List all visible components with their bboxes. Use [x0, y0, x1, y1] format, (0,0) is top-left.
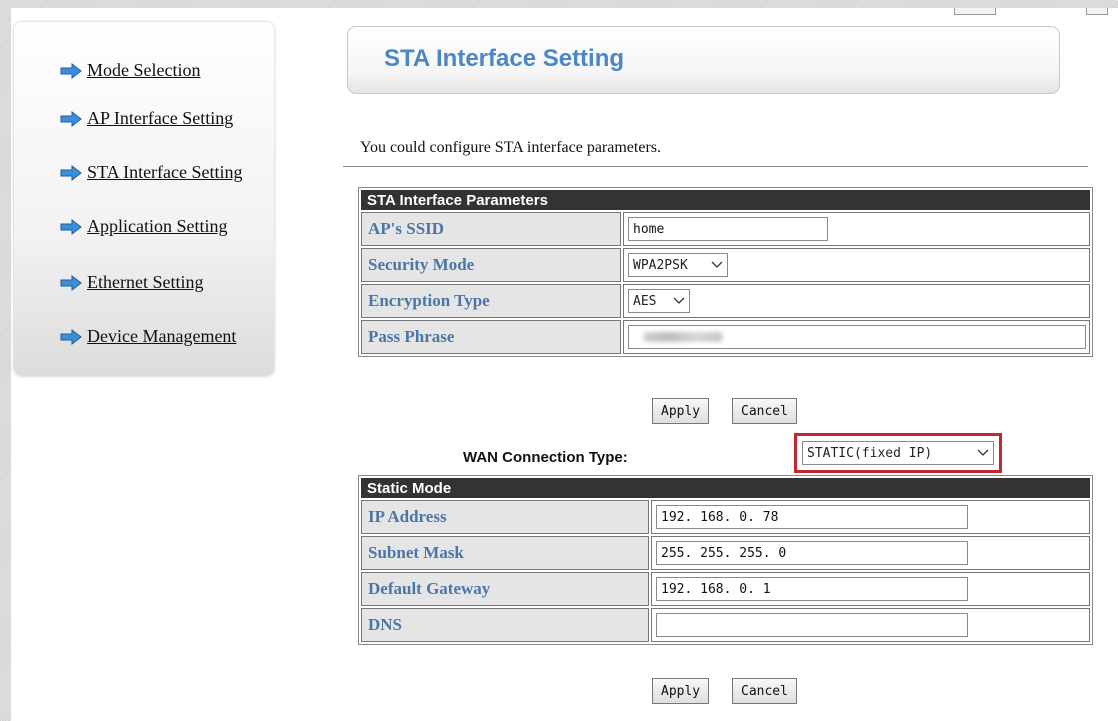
window-button-stub [954, 8, 996, 15]
encryption-type-label: Encryption Type [361, 284, 621, 318]
ssid-label: AP's SSID [361, 212, 621, 246]
window-button-stub [1086, 8, 1108, 15]
security-mode-cell: WPA2PSK [623, 248, 1090, 282]
right-arrow-icon [60, 164, 82, 181]
encryption-type-value: AES [633, 293, 657, 309]
right-arrow-icon [60, 62, 82, 79]
security-mode-value: WPA2PSK [633, 257, 688, 273]
default-gateway-cell [651, 572, 1090, 606]
sta-parameters-table: STA Interface Parameters AP's SSID Secur… [358, 187, 1093, 357]
default-gateway-label: Default Gateway [361, 572, 649, 606]
sidebar-item-ap-interface-setting[interactable]: AP Interface Setting [60, 108, 233, 129]
sidebar-item-label: Application Setting [87, 216, 228, 236]
right-arrow-icon [60, 110, 82, 127]
dns-cell [651, 608, 1090, 642]
encryption-type-cell: AES [623, 284, 1090, 318]
subnet-mask-label: Subnet Mask [361, 536, 649, 570]
sidebar-item-device-management[interactable]: Device Management [60, 326, 236, 347]
cancel-button[interactable]: Cancel [732, 398, 797, 424]
pass-phrase-label: Pass Phrase [361, 320, 621, 354]
table-heading: Static Mode [361, 478, 1090, 498]
page-header: STA Interface Setting [347, 26, 1060, 94]
security-mode-label: Security Mode [361, 248, 621, 282]
security-mode-select[interactable]: WPA2PSK [628, 253, 728, 277]
pass-phrase-input[interactable] [628, 325, 1086, 349]
dns-input[interactable] [656, 613, 968, 637]
wan-highlight-box: STATIC(fixed IP) [794, 433, 1002, 473]
ssid-input[interactable] [628, 217, 828, 241]
sidebar-item-sta-interface-setting[interactable]: STA Interface Setting [60, 162, 243, 183]
ip-address-label: IP Address [361, 500, 649, 534]
table-row: Pass Phrase [361, 320, 1090, 354]
sidebar-item-ethernet-setting[interactable]: Ethernet Setting [60, 272, 203, 293]
static-apply-button[interactable]: Apply [652, 678, 710, 704]
right-arrow-icon [60, 274, 82, 291]
sidebar-item-label: Mode Selection [87, 60, 201, 80]
sidebar-item-label: AP Interface Setting [87, 108, 234, 128]
ip-address-cell [651, 500, 1090, 534]
apply-button[interactable]: Apply [652, 398, 710, 424]
table-row: IP Address [361, 500, 1090, 534]
right-arrow-icon [60, 218, 82, 235]
sidebar-item-label: Device Management [87, 326, 237, 346]
sidebar-item-mode-selection[interactable]: Mode Selection [60, 60, 200, 81]
subnet-mask-input[interactable] [656, 541, 968, 565]
subnet-mask-cell [651, 536, 1090, 570]
encryption-type-select[interactable]: AES [628, 289, 690, 313]
right-arrow-icon [60, 328, 82, 345]
chevron-down-icon [977, 449, 989, 456]
sidebar-item-label: Ethernet Setting [87, 272, 204, 292]
chevron-down-icon [673, 297, 685, 304]
wan-connection-type-select[interactable]: STATIC(fixed IP) [802, 441, 994, 465]
static-mode-table: Static Mode IP Address Subnet Mask Defau… [358, 475, 1093, 645]
ip-address-input[interactable] [656, 505, 968, 529]
table-row: Default Gateway [361, 572, 1090, 606]
table-row: Subnet Mask [361, 536, 1090, 570]
table-row: AP's SSID [361, 212, 1090, 246]
redacted-pass-phrase [643, 332, 723, 342]
chevron-down-icon [711, 261, 723, 268]
page-description: You could configure STA interface parame… [360, 139, 661, 156]
pass-phrase-cell [623, 320, 1090, 354]
page-title: STA Interface Setting [384, 45, 625, 72]
wan-connection-type-value: STATIC(fixed IP) [807, 445, 933, 461]
ssid-cell [623, 212, 1090, 246]
table-row: Encryption Type AES [361, 284, 1090, 318]
sidebar-item-label: STA Interface Setting [87, 162, 243, 182]
table-heading: STA Interface Parameters [361, 190, 1090, 210]
static-cancel-button[interactable]: Cancel [732, 678, 797, 704]
divider [343, 166, 1088, 167]
dns-label: DNS [361, 608, 649, 642]
table-row: DNS [361, 608, 1090, 642]
sidebar-item-application-setting[interactable]: Application Setting [60, 216, 227, 237]
table-row: Security Mode WPA2PSK [361, 248, 1090, 282]
wan-connection-type-label: WAN Connection Type: [463, 449, 628, 466]
default-gateway-input[interactable] [656, 577, 968, 601]
